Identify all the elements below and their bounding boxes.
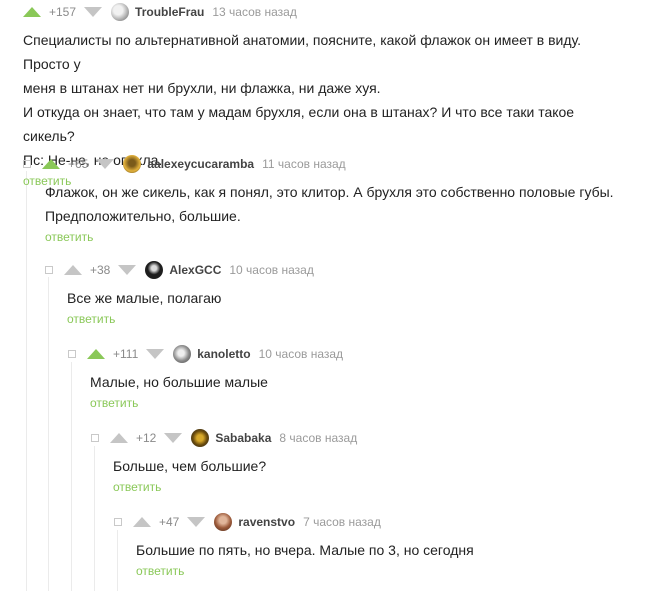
comment: +38 AlexGCC 10 часов назад Все же малые,…	[45, 261, 314, 328]
upvote-icon[interactable]	[64, 265, 82, 275]
username[interactable]: kanoletto	[197, 347, 250, 361]
text-line: Больше, чем большие?	[113, 458, 267, 474]
username[interactable]: AlexGCC	[169, 263, 221, 277]
rating: +65	[68, 157, 89, 171]
downvote-icon[interactable]	[164, 433, 183, 443]
username[interactable]: TroubleFrau	[135, 5, 204, 19]
timestamp: 11 часов назад	[262, 157, 346, 171]
reply-link[interactable]: ответить	[90, 396, 138, 410]
text-line: И откуда он знает, что там у мадам брухл…	[23, 104, 575, 144]
username[interactable]: aalexeycucaramba	[147, 157, 254, 171]
comment-text: Все же малые, полагаю	[67, 286, 314, 310]
rating: +12	[136, 431, 157, 445]
comment-header: +157 TroubleFrau 13 часов назад	[23, 3, 623, 21]
downvote-icon[interactable]	[84, 7, 103, 17]
comment-text: Флажок, он же сикель, как я понял, это к…	[45, 180, 614, 228]
downvote-icon[interactable]	[146, 349, 165, 359]
comment: +47 ravenstvo 7 часов назад Большие по п…	[114, 513, 474, 580]
comment-header: +47 ravenstvo 7 часов назад	[114, 513, 474, 531]
reply-link[interactable]: ответить	[67, 312, 115, 326]
reply-link[interactable]: ответить	[136, 564, 184, 578]
avatar[interactable]	[214, 513, 233, 531]
timestamp: 10 часов назад	[229, 263, 314, 277]
comment: +111 kanoletto 10 часов назад Малые, но …	[68, 345, 343, 412]
collapse-toggle[interactable]	[114, 518, 122, 526]
comment-header: +38 AlexGCC 10 часов назад	[45, 261, 314, 279]
avatar[interactable]	[173, 345, 192, 363]
rating: +157	[49, 5, 77, 19]
username[interactable]: Sababaka	[215, 431, 271, 445]
text-line: Флажок, он же сикель, как я понял, это к…	[45, 184, 614, 200]
text-line: Все же малые, полагаю	[67, 290, 222, 306]
collapse-toggle[interactable]	[68, 350, 76, 358]
collapse-toggle[interactable]	[91, 434, 99, 442]
collapse-toggle[interactable]	[45, 266, 53, 274]
text-line: Предположительно, большие.	[45, 208, 241, 224]
text-line: меня в штанах нет ни брухли, ни флажка, …	[23, 80, 381, 96]
downvote-icon[interactable]	[96, 159, 115, 169]
comment-header: +65 aalexeycucaramba 11 часов назад	[23, 155, 614, 173]
comment-text: Большие по пять, но вчера. Малые по 3, н…	[136, 538, 474, 562]
text-line: Специалисты по альтернативной анатомии, …	[23, 32, 582, 72]
reply-link[interactable]: ответить	[113, 480, 161, 494]
comment: +65 aalexeycucaramba 11 часов назад Флаж…	[23, 155, 614, 246]
text-line: Большие по пять, но вчера. Малые по 3, н…	[136, 542, 474, 558]
comment: +12 Sababaka 8 часов назад Больше, чем б…	[91, 429, 357, 496]
upvote-icon[interactable]	[87, 349, 105, 359]
downvote-icon[interactable]	[118, 265, 137, 275]
rating: +47	[159, 515, 180, 529]
upvote-icon[interactable]	[23, 7, 41, 17]
downvote-icon[interactable]	[187, 517, 206, 527]
timestamp: 7 часов назад	[303, 515, 381, 529]
rating: +38	[90, 263, 111, 277]
comment-header: +12 Sababaka 8 часов назад	[91, 429, 357, 447]
upvote-icon[interactable]	[133, 517, 151, 527]
avatar[interactable]	[191, 429, 210, 447]
comment-text: Малые, но большие малые	[90, 370, 343, 394]
upvote-icon[interactable]	[110, 433, 128, 443]
timestamp: 8 часов назад	[279, 431, 358, 445]
timestamp: 10 часов назад	[258, 347, 344, 361]
timestamp: 13 часов назад	[212, 5, 297, 19]
text-line: Малые, но большие малые	[90, 374, 268, 390]
avatar[interactable]	[111, 3, 130, 21]
reply-link[interactable]: ответить	[45, 230, 93, 244]
upvote-icon[interactable]	[42, 159, 60, 169]
comment-header: +111 kanoletto 10 часов назад	[68, 345, 343, 363]
comment-text: Специалисты по альтернативной анатомии, …	[23, 28, 623, 172]
comment-text: Больше, чем большие?	[113, 454, 357, 478]
rating: +111	[113, 347, 139, 361]
avatar[interactable]	[123, 155, 142, 173]
collapse-toggle[interactable]	[23, 160, 31, 168]
avatar[interactable]	[145, 261, 164, 279]
username[interactable]: ravenstvo	[238, 515, 295, 529]
